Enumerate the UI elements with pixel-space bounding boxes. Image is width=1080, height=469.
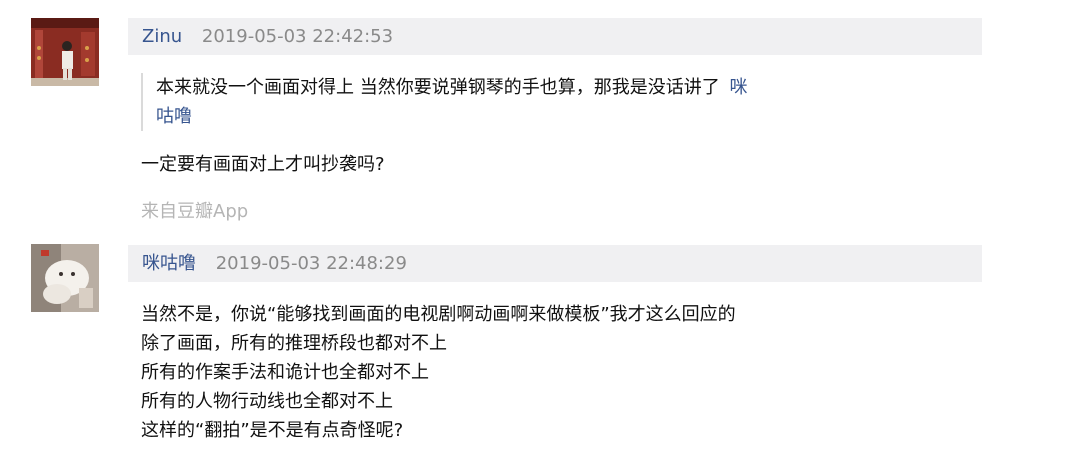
source-label: 来自豆瓣App — [141, 201, 249, 222]
avatar-image — [31, 244, 99, 312]
quote-text: 本来就没一个画面对得上 当然你要说弹钢琴的手也算，那我是没话讲了 — [156, 77, 720, 98]
comment-header: 咪咕噜 2019-05-03 22:48:29 — [128, 245, 982, 282]
comment-line: 所有的人物行动线也全都对不上 — [141, 391, 393, 412]
comment-line: 除了画面，所有的推理桥段也都对不上 — [141, 333, 447, 354]
comment-header: Zinu 2019-05-03 22:42:53 — [128, 18, 982, 55]
comment-line: 所有的作案手法和诡计也全都对不上 — [141, 362, 429, 383]
comment-line: 这样的“翻拍”是不是有点奇怪呢? — [141, 420, 404, 441]
avatar[interactable] — [31, 18, 99, 86]
comment-thread: Zinu 2019-05-03 22:42:53 本来就没一个画面对得上 当然你… — [0, 0, 1080, 469]
quoted-reply: 本来就没一个画面对得上 当然你要说弹钢琴的手也算，那我是没话讲了 咪咕噜 — [141, 73, 756, 131]
timestamp: 2019-05-03 22:42:53 — [201, 26, 394, 47]
username-link[interactable]: Zinu — [142, 26, 182, 47]
comment-line: 当然不是，你说“能够找到画面的电视剧啊动画啊来做模板”我才这么回应的 — [141, 304, 736, 325]
timestamp: 2019-05-03 22:48:29 — [215, 253, 407, 274]
comment-body: 当然不是，你说“能够找到画面的电视剧啊动画啊来做模板”我才这么回应的 除了画面，… — [141, 300, 736, 445]
avatar-image — [31, 18, 99, 86]
avatar[interactable] — [31, 244, 99, 312]
comment-text: 一定要有画面对上才叫抄袭吗? — [141, 154, 385, 175]
username-link[interactable]: 咪咕噜 — [142, 253, 196, 274]
